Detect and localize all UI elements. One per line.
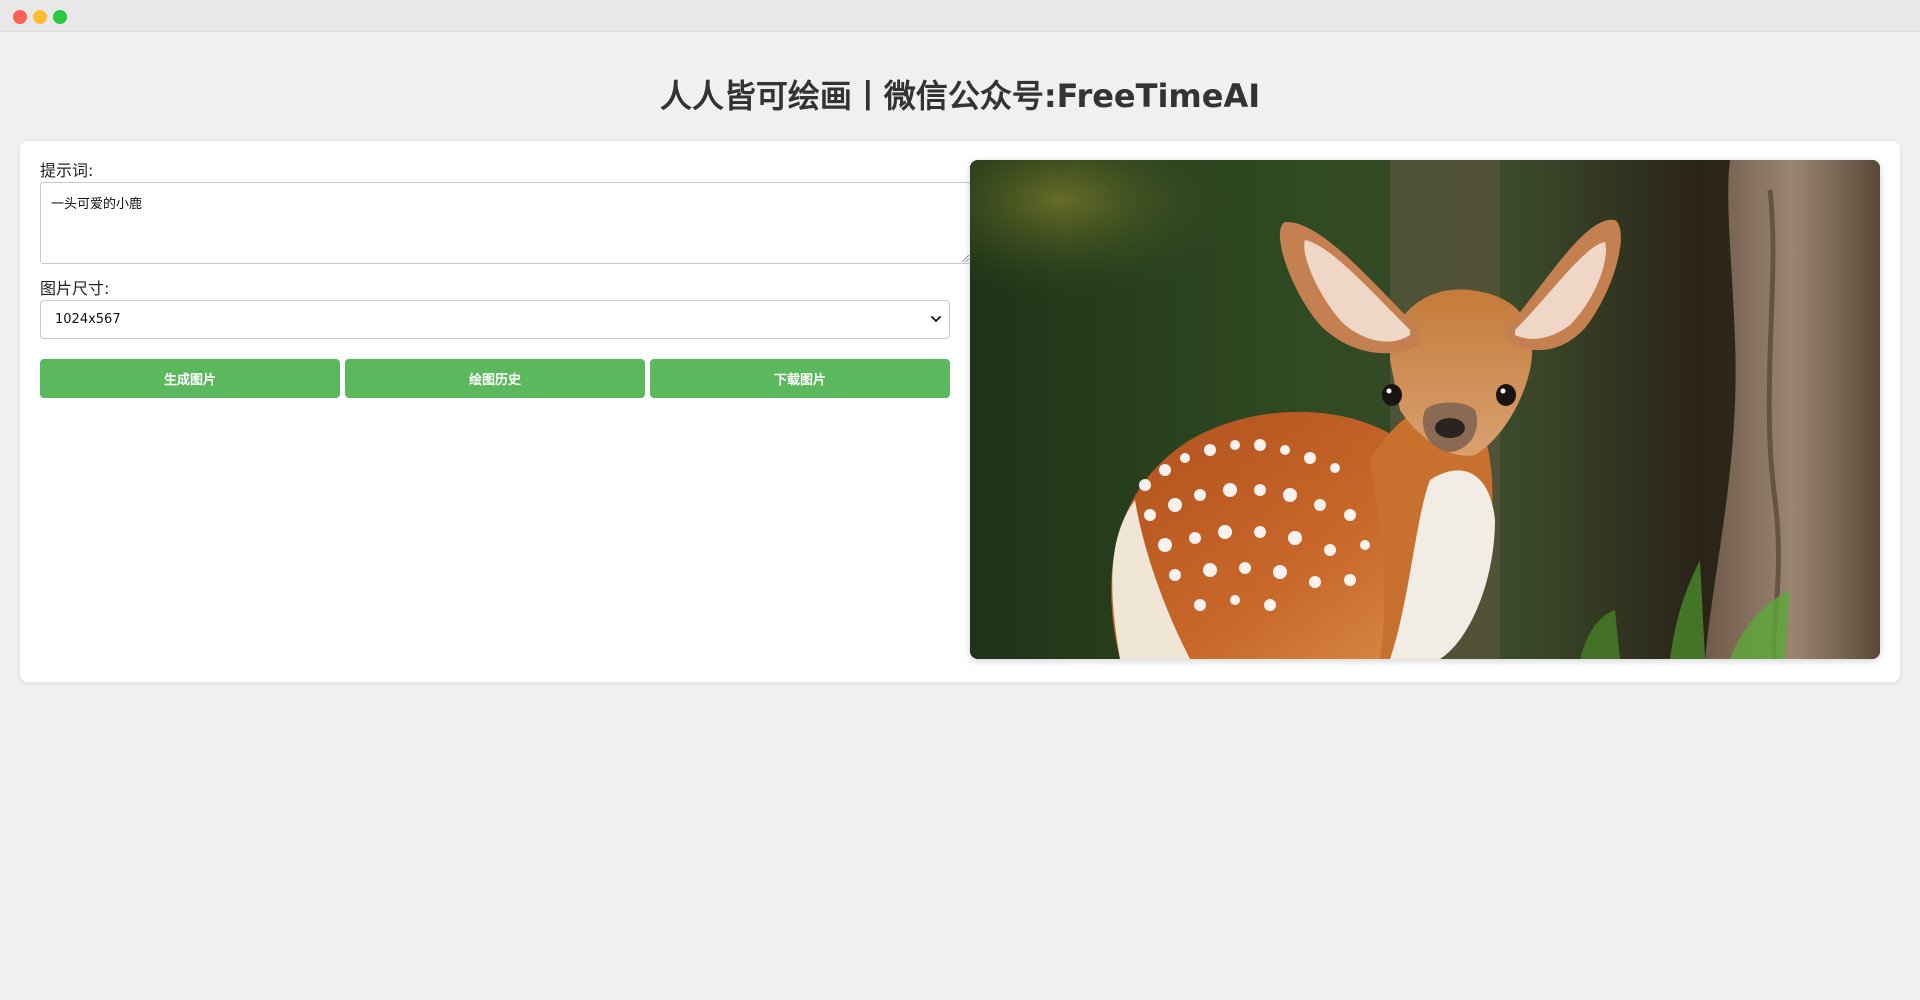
prompt-input[interactable] — [40, 182, 971, 264]
generated-image-preview — [970, 160, 1880, 659]
window-titlebar — [0, 0, 1920, 32]
generator-card: 提示词: 图片尺寸: 1024x567 生成图片 绘图历史 下载图片 — [20, 141, 1900, 682]
page-title: 人人皆可绘画丨微信公众号:FreeTimeAI — [659, 77, 1261, 115]
prompt-label: 提示词: — [40, 161, 94, 180]
size-select[interactable]: 1024x567 — [40, 300, 950, 339]
drawing-history-button[interactable]: 绘图历史 — [345, 359, 645, 398]
window-minimize-icon[interactable] — [33, 10, 47, 24]
generate-image-button[interactable]: 生成图片 — [40, 359, 340, 398]
download-image-button[interactable]: 下载图片 — [650, 359, 950, 398]
fawn-image — [970, 160, 1880, 659]
size-label: 图片尺寸: — [40, 279, 110, 298]
window-close-icon[interactable] — [13, 10, 27, 24]
window-maximize-icon[interactable] — [53, 10, 67, 24]
